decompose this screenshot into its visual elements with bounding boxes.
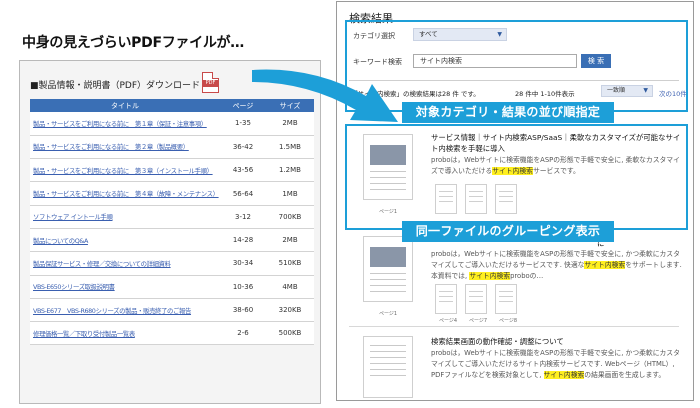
page-range: 30-34: [220, 251, 266, 276]
file-size: 2MB: [266, 228, 314, 253]
pdf-link[interactable]: VBS-E677 VBS-R680シリーズの製品・販売終了のご報告: [30, 298, 220, 323]
page-range: 43-56: [220, 158, 266, 183]
table-row: 製品・サービスをご利用になる前に 第４章（故障・メンテナンス） 56-64 1MB: [30, 181, 314, 206]
page-caption: ページ1: [379, 311, 398, 317]
arrow-shape: [252, 69, 398, 122]
pdf-link[interactable]: 製品保証サービス・修理／交換についての詳細資料: [30, 251, 220, 276]
table-row: 製品・サービスをご利用になる前に 第３章（インストール手順） 43-56 1.2MB: [30, 158, 314, 183]
pdf-badge: PDF: [203, 80, 218, 87]
page-range: 3-12: [220, 205, 266, 229]
pdf-link[interactable]: 製品・サービスをご利用になる前に 第２章（製品概要）: [30, 135, 220, 160]
file-size: 320KB: [266, 298, 314, 323]
page-thumbnail[interactable]: [363, 336, 413, 398]
file-size: 500KB: [266, 321, 314, 346]
page-range: 38-60: [220, 298, 266, 323]
file-size: 510KB: [266, 251, 314, 276]
keyword-highlight: サイト内検索: [469, 272, 511, 280]
pdf-link[interactable]: VBS-E650シリーズ取扱説明書: [30, 275, 220, 299]
page-range: 56-64: [220, 181, 266, 206]
page-range: 2-6: [220, 321, 266, 346]
table-row: ソフトウェア イントール手順 3-12 700KB: [30, 205, 314, 229]
file-size: 1MB: [266, 181, 314, 206]
table-row: 製品についてのQ&A 14-28 2MB: [30, 228, 314, 253]
page-caption: ページ8: [499, 318, 518, 324]
file-size: 700KB: [266, 205, 314, 229]
result-description: proboは，Webサイトに検索機能をASPの形態で手軽で安全に, かつ柔軟にカ…: [431, 349, 680, 379]
keyword-highlight: サイト内検索: [543, 371, 585, 379]
pdf-link[interactable]: 製品・サービスをご利用になる前に 第１章（保証・注意事項）: [30, 112, 220, 136]
keyword-highlight: サイト内検索: [584, 261, 626, 269]
page-range: 14-28: [220, 228, 266, 253]
file-size: 4MB: [266, 275, 314, 299]
table-row: VBS-E677 VBS-R680シリーズの製品・販売終了のご報告 38-60 32…: [30, 298, 314, 323]
table-row: VBS-E650シリーズ取扱説明書 10-36 4MB: [30, 275, 314, 299]
banner-sort-order: 対象カテゴリ・結果の並び順指定: [402, 102, 614, 123]
result-description: proboは，Webサイトに検索機能をASPの形態で手軽で安全に, かつ柔軟にカ…: [431, 250, 682, 280]
column-title: タイトル: [30, 99, 220, 112]
table-row: 修理価格一覧／下取り受付製品一覧表 2-6 500KB: [30, 321, 314, 346]
thumbnail-image: [370, 247, 406, 267]
pdf-list-heading: ■製品情報・説明書（PDF）ダウンロード: [30, 81, 201, 91]
pdf-link[interactable]: 修理価格一覧／下取り受付製品一覧表: [30, 321, 220, 346]
pdf-link[interactable]: ソフトウェア イントール手順: [30, 205, 220, 229]
page-range: 10-36: [220, 275, 266, 299]
headline: 中身の見えづらいPDFファイルが…: [22, 35, 244, 51]
table-row: 製品保証サービス・修理／交換についての詳細資料 30-34 510KB: [30, 251, 314, 276]
page-thumbnail[interactable]: [363, 236, 413, 302]
page-thumbnail-small[interactable]: [495, 284, 517, 314]
result-title-link[interactable]: 検索結果画面の動作確認・調整について: [431, 336, 681, 347]
divider: [349, 326, 679, 327]
pdf-file-icon: PDF: [202, 72, 219, 93]
page-thumbnail-small[interactable]: [465, 284, 487, 314]
pdf-link[interactable]: 製品についてのQ&A: [30, 228, 220, 253]
file-size: 1.2MB: [266, 158, 314, 183]
page-thumbnail-small[interactable]: [435, 284, 457, 314]
pdf-link[interactable]: 製品・サービスをご利用になる前に 第４章（故障・メンテナンス）: [30, 181, 220, 206]
page-caption: ページ4: [439, 318, 458, 324]
pdf-link[interactable]: 製品・サービスをご利用になる前に 第３章（インストール手順）: [30, 158, 220, 183]
result-entry: ページ1 に proboは，Webサイトに検索機能をASPの形態で手軽で安全に,…: [347, 232, 687, 324]
curved-arrow-icon: [252, 69, 398, 122]
result-entry: 検索結果画面の動作確認・調整について proboは，Webサイトに検索機能をAS…: [347, 334, 687, 400]
page-caption: ページ7: [469, 318, 488, 324]
banner-grouping: 同一ファイルのグルーピング表示: [402, 221, 614, 242]
